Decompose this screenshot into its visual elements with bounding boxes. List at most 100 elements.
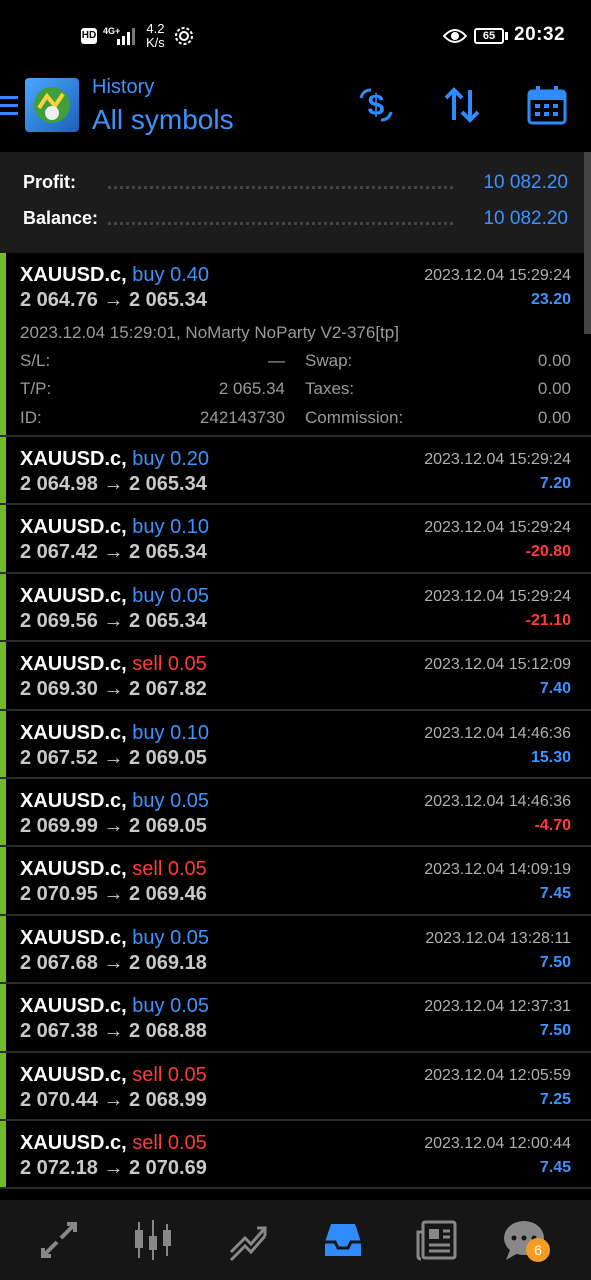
trade-prices: 2 069.56 → 2 065.34: [20, 609, 207, 632]
trade-symbol: XAUUSD.c, buy 0.10: [20, 722, 209, 745]
trade-prices: 2 069.30 → 2 067.82: [20, 678, 207, 701]
trade-row[interactable]: XAUUSD.c, sell 0.05 2 072.18 → 2 070.69 20…: [0, 1120, 591, 1190]
tp-value: 2 065.34: [218, 379, 285, 398]
trade-accent-bar: [0, 915, 6, 983]
trade-time: 2023.12.04 15:29:24: [424, 587, 571, 605]
trade-row[interactable]: XAUUSD.c, buy 0.05 2 067.38 → 2 068.88 202…: [0, 984, 591, 1053]
trade-time: 2023.12.04 12:05:59: [424, 1066, 571, 1084]
trade-symbol: XAUUSD.c, buy 0.05: [20, 995, 209, 1018]
profit-value: 10 082.20: [483, 172, 568, 193]
metatrader-logo-icon: [34, 87, 70, 123]
symbol-name: XAUUSD.c,: [20, 926, 127, 949]
swap-label: Swap:: [305, 351, 353, 370]
chart-icon[interactable]: [131, 1218, 175, 1262]
calendar-icon[interactable]: [526, 84, 568, 126]
trade-profit: -4.70: [534, 816, 571, 834]
symbol-name: XAUUSD.c,: [20, 516, 127, 539]
commission-value: 0.00: [537, 408, 571, 427]
chat-badge: 6: [526, 1238, 550, 1262]
trade-prices: 2 072.18 → 2 070.69: [20, 1156, 207, 1179]
trade-row[interactable]: XAUUSD.c, buy 0.05 2 069.56 → 2 065.34 202…: [0, 573, 591, 643]
trade-time: 2023.12.04 15:12:09: [424, 656, 571, 674]
trade-accent-bar: [0, 1120, 6, 1188]
trade-prices: 2 067.38 → 2 068.88: [20, 1020, 207, 1043]
clock: 20:32: [514, 24, 566, 45]
commission-label: Commission:: [305, 408, 404, 427]
trade-row[interactable]: XAUUSD.c, buy 0.05 2 067.68 → 2 069.18 202…: [0, 915, 591, 985]
balance-value: 10 082.20: [483, 208, 568, 229]
trade-row[interactable]: XAUUSD.c, sell 0.05 2 070.44 → 2 068.99 20…: [0, 1052, 591, 1121]
battery-icon: 65: [474, 28, 504, 44]
symbol-name: XAUUSD.c,: [20, 721, 127, 744]
trade-row[interactable]: XAUUSD.c, sell 0.05 2 070.95 → 2 069.46 20…: [0, 847, 591, 916]
trade-profit: -21.10: [525, 611, 571, 629]
eye-comfort-icon: [443, 29, 467, 43]
trade-time: 2023.12.04 14:46:36: [424, 792, 571, 810]
trade-accent-bar: [0, 984, 6, 1051]
symbol-name: XAUUSD.c,: [20, 448, 127, 470]
trade-symbol: XAUUSD.c, sell 0.05: [20, 653, 207, 676]
trade-row-expanded[interactable]: XAUUSD.c, buy 0.40 2 064.76 → 2 065.34 2…: [0, 253, 591, 437]
trade-type: buy 0.20: [132, 448, 209, 470]
profit-label: Profit:: [23, 172, 76, 192]
trade-prices: 2 067.68 → 2 069.18: [20, 951, 207, 974]
trade-prices: 2 070.44 → 2 068.99: [20, 1088, 207, 1111]
trade-type: buy 0.10: [132, 516, 209, 539]
trade-type: buy 0.40: [132, 264, 209, 286]
symbol-filter[interactable]: All symbols: [92, 104, 234, 136]
trade-profit: 7.25: [539, 1090, 571, 1108]
signal-icon: [117, 28, 135, 45]
dotted-leader: [108, 186, 453, 189]
symbol-name: XAUUSD.c,: [20, 1063, 127, 1086]
trade-type: buy 0.05: [132, 926, 209, 949]
trade-time: 2023.12.04 15:29:24: [424, 267, 571, 284]
trade-type: buy 0.05: [132, 584, 209, 607]
quotes-icon[interactable]: [37, 1218, 81, 1262]
trade-icon[interactable]: [227, 1218, 271, 1262]
menu-icon[interactable]: [0, 92, 18, 118]
trade-symbol: XAUUSD.c, sell 0.05: [20, 1064, 207, 1087]
symbol-name: XAUUSD.c,: [20, 789, 127, 812]
trade-comment: 2023.12.04 15:29:01, NoMarty NoParty V2-…: [20, 323, 399, 342]
trade-type: sell 0.05: [132, 653, 207, 676]
battery-tip: [505, 32, 508, 40]
symbol-name: XAUUSD.c,: [20, 995, 127, 1018]
trade-type: buy 0.10: [132, 721, 209, 744]
deposit-icon[interactable]: $: [355, 84, 397, 126]
trade-row[interactable]: XAUUSD.c, buy 0.10 2 067.42 → 2 065.34 202…: [0, 505, 591, 574]
trade-accent-bar: [0, 1052, 6, 1119]
taxes-value: 0.00: [537, 379, 571, 398]
news-icon[interactable]: [415, 1218, 459, 1262]
trade-row[interactable]: XAUUSD.c, buy 0.05 2 069.99 → 2 069.05 202…: [0, 778, 591, 848]
symbol-name: XAUUSD.c,: [20, 584, 127, 607]
history-icon[interactable]: [321, 1218, 365, 1262]
trade-time: 2023.12.04 14:46:36: [424, 724, 571, 742]
trade-profit: 7.20: [539, 475, 571, 492]
trade-row[interactable]: XAUUSD.c, buy 0.10 2 067.52 → 2 069.05 202…: [0, 710, 591, 779]
trade-time: 2023.12.04 15:29:24: [424, 519, 571, 537]
app-logo[interactable]: [25, 78, 79, 132]
tp-label: T/P:: [20, 379, 52, 398]
trade-row[interactable]: XAUUSD.c, sell 0.05 2 069.30 → 2 067.82 20…: [0, 642, 591, 711]
trade-row[interactable]: XAUUSD.c, buy 0.20 2 064.98 → 2 065.34 202…: [0, 437, 591, 506]
trade-time: 2023.12.04 14:09:19: [424, 861, 571, 879]
trade-type: sell 0.05: [132, 858, 207, 881]
trade-profit: 7.50: [539, 953, 571, 971]
trade-prices: 2 067.42 → 2 065.34: [20, 541, 207, 564]
trade-symbol: XAUUSD.c, buy 0.05: [20, 790, 209, 813]
trade-time: 2023.12.04 13:28:11: [425, 929, 571, 947]
trade-symbol: XAUUSD.c, buy 0.10: [20, 516, 209, 539]
bottom-navigation: [0, 1200, 591, 1280]
trade-time: 2023.12.04 12:00:44: [424, 1134, 571, 1152]
trade-prices: 2 069.99 → 2 069.05: [20, 814, 207, 837]
trade-accent-bar: [0, 847, 6, 914]
profit-row: Profit: 10 082.20: [23, 172, 568, 200]
trade-symbol: XAUUSD.c, sell 0.05: [20, 1132, 207, 1155]
speed-value: 4.2: [146, 21, 165, 36]
trade-type: buy 0.05: [132, 995, 209, 1018]
sl-value: —: [268, 351, 285, 370]
sort-icon[interactable]: [441, 84, 483, 126]
trade-prices: 2 070.95 → 2 069.46: [20, 883, 207, 906]
trade-profit: 15.30: [530, 748, 571, 766]
trade-accent-bar: [0, 778, 6, 846]
